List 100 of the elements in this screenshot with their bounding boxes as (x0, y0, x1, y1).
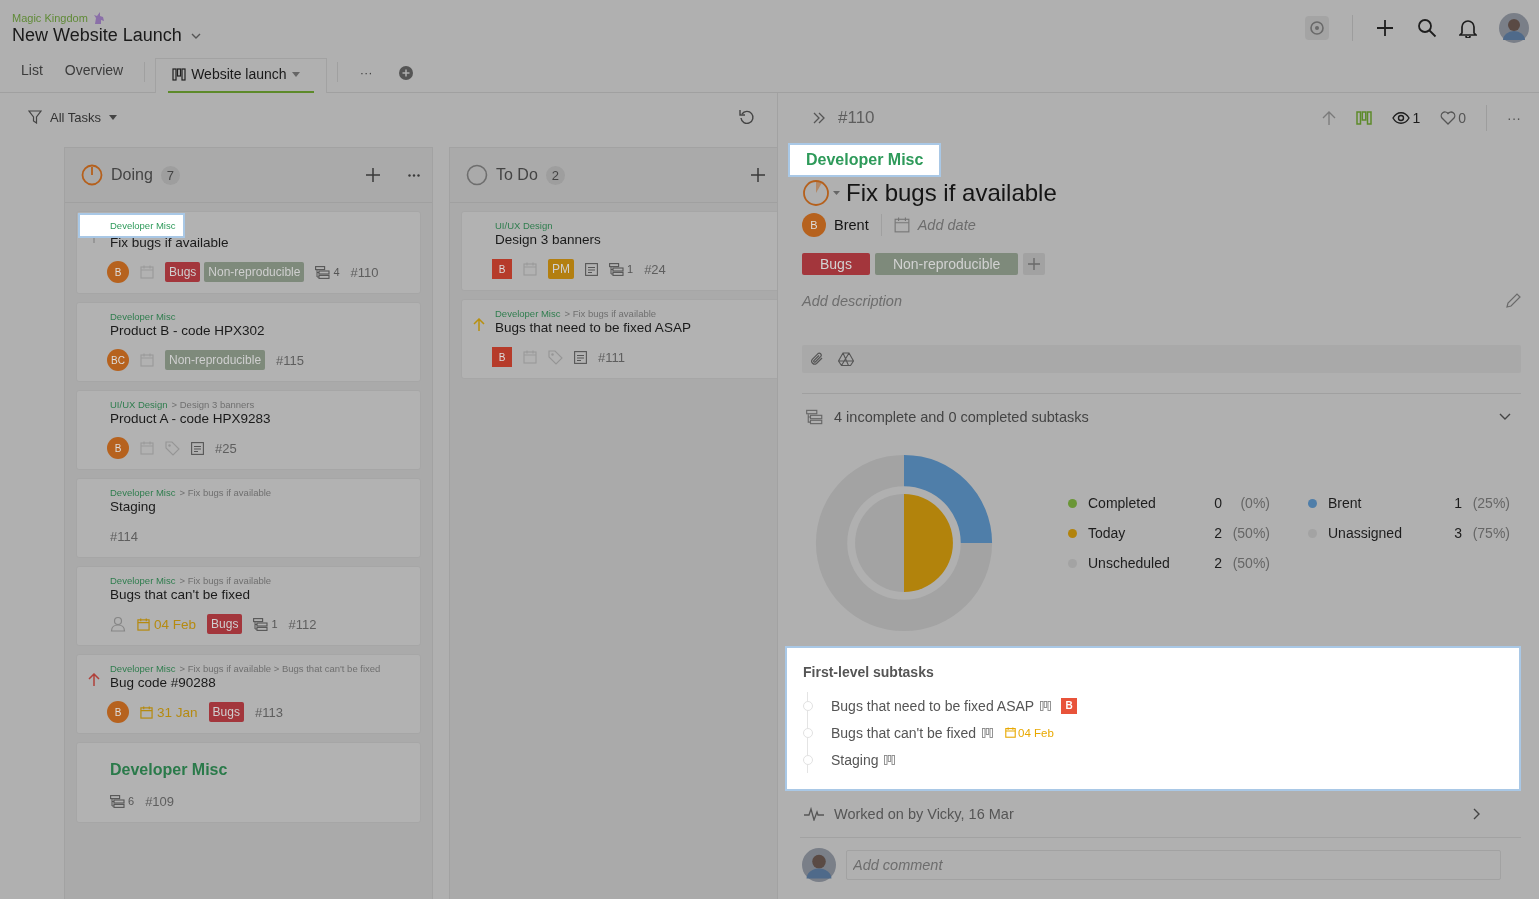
count-badge: 2 (545, 165, 566, 185)
chevron-down-icon[interactable] (189, 31, 202, 40)
heart-icon[interactable] (1440, 111, 1457, 125)
arrow-up-icon[interactable] (1322, 110, 1337, 126)
task-card[interactable]: UI/UX Design > Design 3 banners Product A - code HPX9283 B #25 (76, 390, 421, 470)
assignee-avatar[interactable]: B (1061, 697, 1078, 714)
add-icon[interactable] (366, 168, 380, 182)
legend-count: 1 (1453, 495, 1462, 511)
more-icon[interactable] (408, 173, 420, 177)
view-tab[interactable]: Website launch (155, 58, 327, 93)
collapse-icon[interactable] (812, 112, 826, 124)
task-filter[interactable]: All Tasks (28, 109, 118, 125)
tag[interactable]: Non-reproducible (165, 350, 266, 370)
assignee-avatar[interactable]: BC (107, 349, 129, 371)
more-button[interactable]: ··· (1507, 110, 1521, 126)
task-card[interactable]: Developer Misc > Fix bugs if available Staging #114 (76, 478, 421, 558)
parent-path: > Design 3 banners (171, 399, 255, 410)
project-link[interactable]: Developer Misc (78, 213, 186, 238)
assignee-avatar[interactable]: B (802, 213, 826, 237)
view-tab[interactable]: List (10, 59, 54, 92)
user-avatar[interactable] (1499, 12, 1529, 43)
assignee-name[interactable]: Brent (834, 217, 869, 233)
task-card[interactable]: Developer Misc > Fix bugs if available > Bugs that can't be fixed Bug code #90288 B 31 Jan Bugs #113 (76, 654, 421, 734)
due-calendar-icon[interactable] (1005, 727, 1017, 738)
badge-icon[interactable] (1304, 14, 1330, 41)
task-title[interactable]: Fix bugs if available (846, 179, 1057, 207)
priority-arrow-icon (87, 673, 100, 687)
subtask-link[interactable]: Staging (831, 751, 879, 768)
task-title: Staging (110, 499, 157, 514)
subtask-summary: 4 incomplete and 0 completed subtasks (834, 409, 1089, 425)
parent-path: > Fix bugs if available (179, 487, 272, 498)
in-progress-icon (81, 164, 103, 186)
project-link[interactable]: Developer Misc (110, 487, 176, 498)
assignee-avatar[interactable]: B (492, 259, 512, 279)
edit-icon[interactable] (1505, 293, 1521, 309)
project-link[interactable]: UI/UX Design (495, 220, 553, 231)
chevron-right-icon[interactable] (1473, 808, 1481, 820)
board-icon (884, 754, 896, 765)
task-card[interactable]: Developer Misc Fix bugs if available B Bugs Non-reproducible 4 #110 (76, 211, 421, 294)
board-icon[interactable] (1356, 111, 1373, 125)
subtasks-icon (110, 794, 126, 808)
tag[interactable]: Bugs (207, 614, 243, 634)
note-icon[interactable] (191, 441, 204, 455)
add-icon[interactable] (1375, 17, 1395, 38)
comment-field[interactable]: Add comment (846, 850, 1501, 880)
workspace-name[interactable]: Magic Kingdom (12, 12, 88, 24)
assignee-avatar[interactable]: B (107, 701, 129, 723)
due-date[interactable]: 04 Feb (1018, 726, 1054, 739)
tag[interactable]: Bugs (165, 262, 201, 282)
project-title: Developer Misc (110, 761, 229, 779)
in-progress-icon[interactable] (802, 179, 840, 207)
add-view-icon[interactable] (398, 66, 413, 80)
calendar-icon[interactable] (893, 217, 910, 233)
note-icon[interactable] (585, 262, 598, 276)
project-title[interactable]: New Website Launch (12, 25, 182, 46)
project-link[interactable]: Developer Misc (110, 311, 176, 322)
board-icon (172, 67, 187, 81)
assignee-avatar[interactable]: B (107, 437, 129, 459)
eye-icon[interactable] (1392, 112, 1411, 124)
refresh-icon[interactable] (739, 109, 755, 125)
paperclip-icon[interactable] (810, 352, 824, 366)
task-title: Product A - code HPX9283 (110, 411, 272, 426)
more-tabs-button[interactable]: ··· (347, 65, 385, 92)
subtask-link[interactable]: Bugs that can't be fixed (831, 724, 977, 741)
chevron-down-icon[interactable] (1499, 413, 1511, 421)
description-field[interactable]: Add description (802, 293, 902, 309)
legend-percent: (75%) (1471, 525, 1510, 541)
task-title: Bugs that need to be fixed ASAP (495, 320, 692, 335)
task-title: Design 3 banners (495, 232, 602, 247)
task-card[interactable]: Developer Misc > Fix bugs if available Bugs that need to be fixed ASAP B #111 (461, 299, 777, 379)
subtask-link[interactable]: Bugs that need to be fixed ASAP (831, 697, 1035, 714)
tag[interactable]: Bugs (208, 702, 244, 722)
task-card[interactable]: Developer Misc > Fix bugs if available Bugs that can't be fixed 04 Feb Bugs 1 #112 (76, 566, 421, 646)
due-date-field[interactable]: Add date (917, 217, 976, 233)
task-card[interactable]: Developer Misc 6 #109 (76, 742, 421, 823)
assignee-avatar[interactable]: B (107, 261, 129, 283)
add-icon[interactable] (751, 168, 765, 182)
assignee-avatar[interactable]: B (492, 347, 512, 367)
project-link[interactable]: UI/UX Design (110, 399, 168, 410)
add-tag-icon[interactable] (1023, 253, 1046, 275)
note-icon[interactable] (574, 350, 587, 364)
search-icon[interactable] (1417, 17, 1437, 38)
tag[interactable]: Non-reproducible (874, 253, 1019, 275)
project-link[interactable]: Developer Misc (788, 143, 942, 177)
task-id: #115 (276, 352, 305, 368)
filter-icon (28, 110, 42, 124)
subtask-count: 4 (333, 266, 340, 278)
project-link[interactable]: Developer Misc (110, 575, 176, 586)
tag[interactable]: Bugs (802, 253, 870, 275)
person-icon[interactable] (110, 616, 126, 632)
project-link[interactable]: Developer Misc (495, 308, 561, 319)
triangle-icon[interactable] (838, 352, 854, 366)
task-card[interactable]: UI/UX Design Design 3 banners B PM 1 #24 (461, 211, 777, 291)
task-id: #25 (215, 440, 237, 456)
task-card[interactable]: Developer Misc Product B - code HPX302 BC Non-reproducible #115 (76, 302, 421, 382)
view-tab[interactable]: Overview (53, 59, 135, 92)
tag[interactable]: PM (548, 259, 574, 279)
tag[interactable]: Non-reproducible (204, 262, 305, 282)
bell-icon[interactable] (1459, 17, 1477, 38)
project-link[interactable]: Developer Misc (110, 663, 176, 674)
